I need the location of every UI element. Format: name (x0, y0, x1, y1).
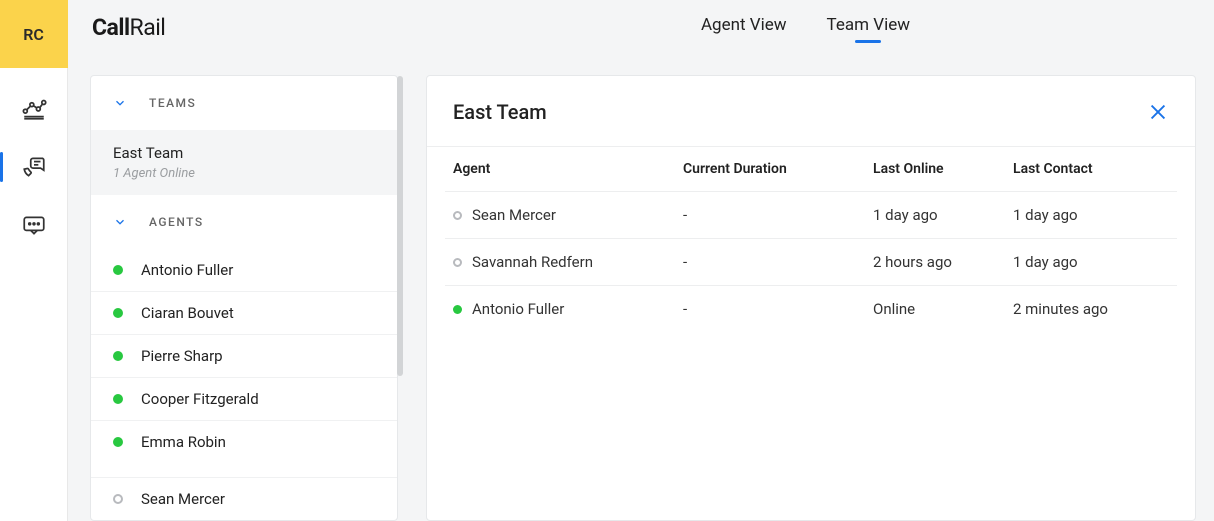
cell-last-contact: 1 day ago (1013, 253, 1169, 271)
cell-duration: - (683, 206, 873, 224)
nav-call-center[interactable] (0, 138, 68, 196)
main-area: CallRail Agent View Team View TEAMS East… (68, 0, 1214, 521)
agent-name: Cooper Fitzgerald (141, 390, 259, 408)
team-item-east[interactable]: East Team 1 Agent Online (91, 130, 397, 195)
scrollbar[interactable] (397, 76, 403, 376)
agent-name: Ciaran Bouvet (141, 304, 234, 322)
agent-name: Sean Mercer (472, 206, 556, 224)
table-row[interactable]: Sean Mercer-1 day ago1 day ago (445, 192, 1177, 239)
table-row[interactable]: Antonio Fuller -Online2 minutes ago (445, 286, 1177, 332)
agent-name: Savannah Redfern (472, 253, 593, 271)
nav-messages[interactable] (0, 196, 68, 254)
agents-section-header[interactable]: AGENTS (91, 195, 397, 249)
col-last-contact: Last Contact (1013, 161, 1169, 177)
table-body: Sean Mercer-1 day ago1 day agoSavannah R… (445, 192, 1177, 332)
header: CallRail Agent View Team View (68, 0, 1214, 55)
sidebar-agent-item[interactable]: Emma Robin (91, 420, 397, 463)
close-icon[interactable] (1147, 101, 1169, 123)
cell-last-online: Online (873, 300, 1013, 318)
teams-section-header[interactable]: TEAMS (91, 76, 397, 130)
agent-name: Sean Mercer (141, 490, 225, 508)
sidebar-agent-item[interactable]: Sean Mercer (91, 477, 397, 520)
status-dot (113, 394, 123, 404)
cell-last-online: 2 hours ago (873, 253, 1013, 271)
logo-light: Rail (130, 14, 166, 41)
logo-bold: Call (92, 14, 130, 41)
col-last-online: Last Online (873, 161, 1013, 177)
status-dot (113, 351, 123, 361)
view-tabs: Agent View Team View (701, 15, 910, 41)
status-dot (453, 211, 462, 220)
cell-duration: - (683, 300, 873, 318)
sidebar-agent-item[interactable]: Ciaran Bouvet (91, 291, 397, 334)
nav-analytics[interactable] (0, 80, 68, 138)
status-dot (113, 265, 123, 275)
call-chat-icon (21, 154, 47, 180)
side-panel: TEAMS East Team 1 Agent Online AGENTS An… (90, 75, 398, 521)
cell-last-online: 1 day ago (873, 206, 1013, 224)
content: TEAMS East Team 1 Agent Online AGENTS An… (68, 55, 1214, 521)
cell-duration: - (683, 253, 873, 271)
agent-table: Agent Current Duration Last Online Last … (427, 147, 1195, 332)
analytics-icon (21, 96, 47, 122)
tab-team-view[interactable]: Team View (827, 15, 910, 41)
team-name: East Team (113, 144, 375, 162)
chevron-down-icon (113, 215, 127, 229)
table-header: Agent Current Duration Last Online Last … (445, 147, 1177, 192)
panel-header: East Team (427, 76, 1195, 147)
agent-name: Emma Robin (141, 433, 226, 451)
cell-agent: Antonio Fuller (453, 300, 683, 318)
col-agent: Agent (453, 161, 683, 177)
main-panel: East Team Agent Current Duration Last On… (426, 75, 1196, 521)
chat-icon (21, 212, 47, 238)
teams-label: TEAMS (149, 96, 196, 110)
status-dot (453, 305, 462, 314)
table-row[interactable]: Savannah Redfern -2 hours ago1 day ago (445, 239, 1177, 286)
cell-agent: Sean Mercer (453, 206, 683, 224)
panel-title: East Team (453, 100, 547, 124)
team-sub: 1 Agent Online (113, 166, 375, 181)
status-dot (453, 258, 462, 267)
agents-label: AGENTS (149, 215, 204, 229)
chevron-down-icon (113, 96, 127, 110)
cell-last-contact: 2 minutes ago (1013, 300, 1169, 318)
status-dot (113, 308, 123, 318)
agent-list: Antonio Fuller Ciaran Bouvet Pierre Sharp C… (91, 249, 397, 520)
agent-name: Pierre Sharp (141, 347, 223, 365)
avatar[interactable]: RC (0, 0, 68, 68)
logo: CallRail (92, 14, 165, 41)
col-duration: Current Duration (683, 161, 873, 177)
status-dot (113, 437, 123, 447)
sidebar-agent-item[interactable]: Pierre Sharp (91, 334, 397, 377)
tab-agent-view[interactable]: Agent View (701, 15, 787, 41)
nav-rail: RC (0, 0, 68, 521)
agent-name: Antonio Fuller (141, 261, 233, 279)
status-dot (113, 494, 123, 504)
sidebar-agent-item[interactable]: Antonio Fuller (91, 249, 397, 291)
agent-name: Antonio Fuller (472, 300, 564, 318)
cell-agent: Savannah Redfern (453, 253, 683, 271)
sidebar-agent-item[interactable]: Cooper Fitzgerald (91, 377, 397, 420)
cell-last-contact: 1 day ago (1013, 206, 1169, 224)
